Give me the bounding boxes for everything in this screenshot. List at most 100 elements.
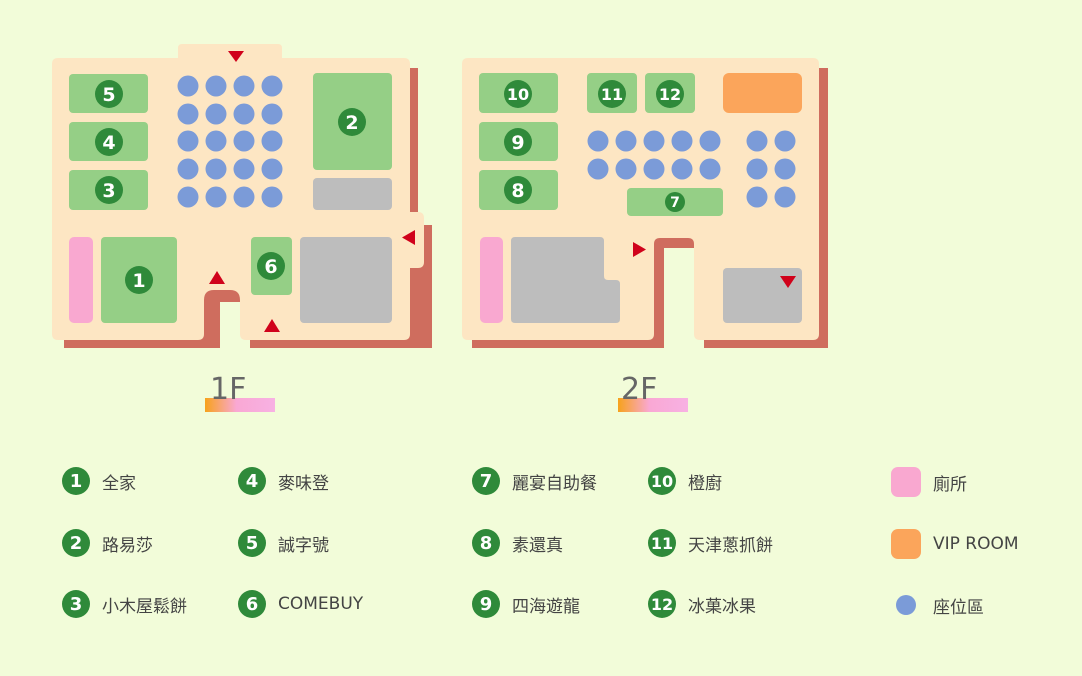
legend-item-1[interactable]: 1 全家 xyxy=(62,466,136,496)
seat-dot xyxy=(205,103,227,125)
svg-text:5: 5 xyxy=(102,84,115,106)
badge-4: 4 xyxy=(95,128,123,156)
seat-dot xyxy=(587,130,609,152)
number-badge: 5 xyxy=(238,529,266,557)
vip-swatch xyxy=(891,529,921,559)
seat-swatch xyxy=(896,595,916,615)
legend-item-7[interactable]: 7 麗宴自助餐 xyxy=(472,466,597,496)
seat-dot xyxy=(177,103,199,125)
seat-dot xyxy=(746,130,768,152)
legend-label: 冰菓冰果 xyxy=(688,596,756,617)
svg-text:3: 3 xyxy=(102,180,115,202)
seat-dot xyxy=(774,158,796,180)
seat-dot xyxy=(615,158,637,180)
svg-text:2: 2 xyxy=(345,112,358,134)
legend-item-8[interactable]: 8 素還真 xyxy=(472,528,563,558)
legend-label: 麥味登 xyxy=(278,473,329,494)
legend-label: 橙廚 xyxy=(688,473,722,494)
legend-item-4[interactable]: 4 麥味登 xyxy=(238,466,329,496)
badge-11: 11 xyxy=(598,80,626,108)
badge-6: 6 xyxy=(257,252,285,280)
svg-text:9: 9 xyxy=(511,132,524,154)
seat-dot xyxy=(205,158,227,180)
legend-item-6[interactable]: 6 COMEBUY xyxy=(238,589,363,619)
seat-dot xyxy=(233,158,255,180)
seat-dot xyxy=(699,158,721,180)
number-badge: 11 xyxy=(648,529,676,557)
number-badge: 4 xyxy=(238,467,266,495)
seat-dot xyxy=(643,130,665,152)
number-badge: 10 xyxy=(648,467,676,495)
utility-room xyxy=(511,237,620,323)
badge-12: 12 xyxy=(656,80,684,108)
svg-text:7: 7 xyxy=(670,195,680,211)
utility-room xyxy=(300,237,392,323)
seat-dot xyxy=(233,130,255,152)
number-badge: 1 xyxy=(62,467,90,495)
svg-text:4: 4 xyxy=(102,132,115,154)
legend-label: COMEBUY xyxy=(278,594,364,614)
toilet-1f[interactable] xyxy=(69,237,93,323)
badge-1: 1 xyxy=(125,266,153,294)
legend-item-12[interactable]: 12 冰菓冰果 xyxy=(648,589,756,619)
seat-dot xyxy=(746,158,768,180)
legend-label: 路易莎 xyxy=(102,535,153,556)
badge-9: 9 xyxy=(504,128,532,156)
svg-text:1: 1 xyxy=(132,270,145,292)
legend-item-9[interactable]: 9 四海遊龍 xyxy=(472,589,580,619)
seat-dot xyxy=(233,103,255,125)
seat-dot xyxy=(205,186,227,208)
number-badge: 8 xyxy=(472,529,500,557)
seat-dot xyxy=(233,75,255,97)
svg-text:8: 8 xyxy=(511,180,524,202)
seat-dot xyxy=(261,75,283,97)
legend-item-2[interactable]: 2 路易莎 xyxy=(62,528,153,558)
legend-label: 廁所 xyxy=(933,474,967,495)
seat-dot xyxy=(671,130,693,152)
seat-dot xyxy=(615,130,637,152)
seat-dot xyxy=(261,103,283,125)
legend-item-5[interactable]: 5 誠字號 xyxy=(238,528,329,558)
seat-dot xyxy=(671,158,693,180)
legend-label: 全家 xyxy=(102,473,136,494)
seat-dot xyxy=(205,75,227,97)
seat-dot xyxy=(261,158,283,180)
svg-text:12: 12 xyxy=(659,85,681,104)
vip-room[interactable] xyxy=(723,73,802,113)
seat-dot xyxy=(233,186,255,208)
number-badge: 7 xyxy=(472,467,500,495)
legend-item-vip[interactable]: VIP ROOM xyxy=(891,529,1019,559)
seat-dot xyxy=(177,158,199,180)
badge-8: 8 xyxy=(504,176,532,204)
legend-item-10[interactable]: 10 橙廚 xyxy=(648,466,722,496)
seat-dot xyxy=(774,186,796,208)
seat-dot xyxy=(774,130,796,152)
toilet-2f[interactable] xyxy=(480,237,503,323)
toilet-swatch xyxy=(891,467,921,497)
seat-dot xyxy=(177,186,199,208)
badge-7: 7 xyxy=(665,192,685,212)
badge-10: 10 xyxy=(504,80,532,108)
seat-dot xyxy=(177,75,199,97)
legend-label: 素還真 xyxy=(512,535,563,556)
legend-label: 麗宴自助餐 xyxy=(512,473,597,494)
number-badge: 2 xyxy=(62,529,90,557)
svg-text:6: 6 xyxy=(264,256,277,278)
legend-item-toilet[interactable]: 廁所 xyxy=(891,467,967,497)
legend-label: VIP ROOM xyxy=(933,534,1019,554)
svg-text:10: 10 xyxy=(507,85,529,104)
legend-item-3[interactable]: 3 小木屋鬆餅 xyxy=(62,589,187,619)
badge-3: 3 xyxy=(95,176,123,204)
legend-item-11[interactable]: 11 天津蔥抓餅 xyxy=(648,528,773,558)
svg-text:11: 11 xyxy=(601,85,623,104)
legend-label: 四海遊龍 xyxy=(512,596,580,617)
floor-plans: 5 4 3 2 1 6 10 9 8 11 12 7 xyxy=(52,44,828,348)
seat-dot xyxy=(643,158,665,180)
legend-label: 座位區 xyxy=(933,597,984,618)
number-badge: 6 xyxy=(238,590,266,618)
number-badge: 3 xyxy=(62,590,90,618)
seat-dot xyxy=(205,130,227,152)
legend-item-seat[interactable]: 座位區 xyxy=(891,590,984,620)
badge-5: 5 xyxy=(95,80,123,108)
floor-label-2f: 2F xyxy=(621,372,658,407)
